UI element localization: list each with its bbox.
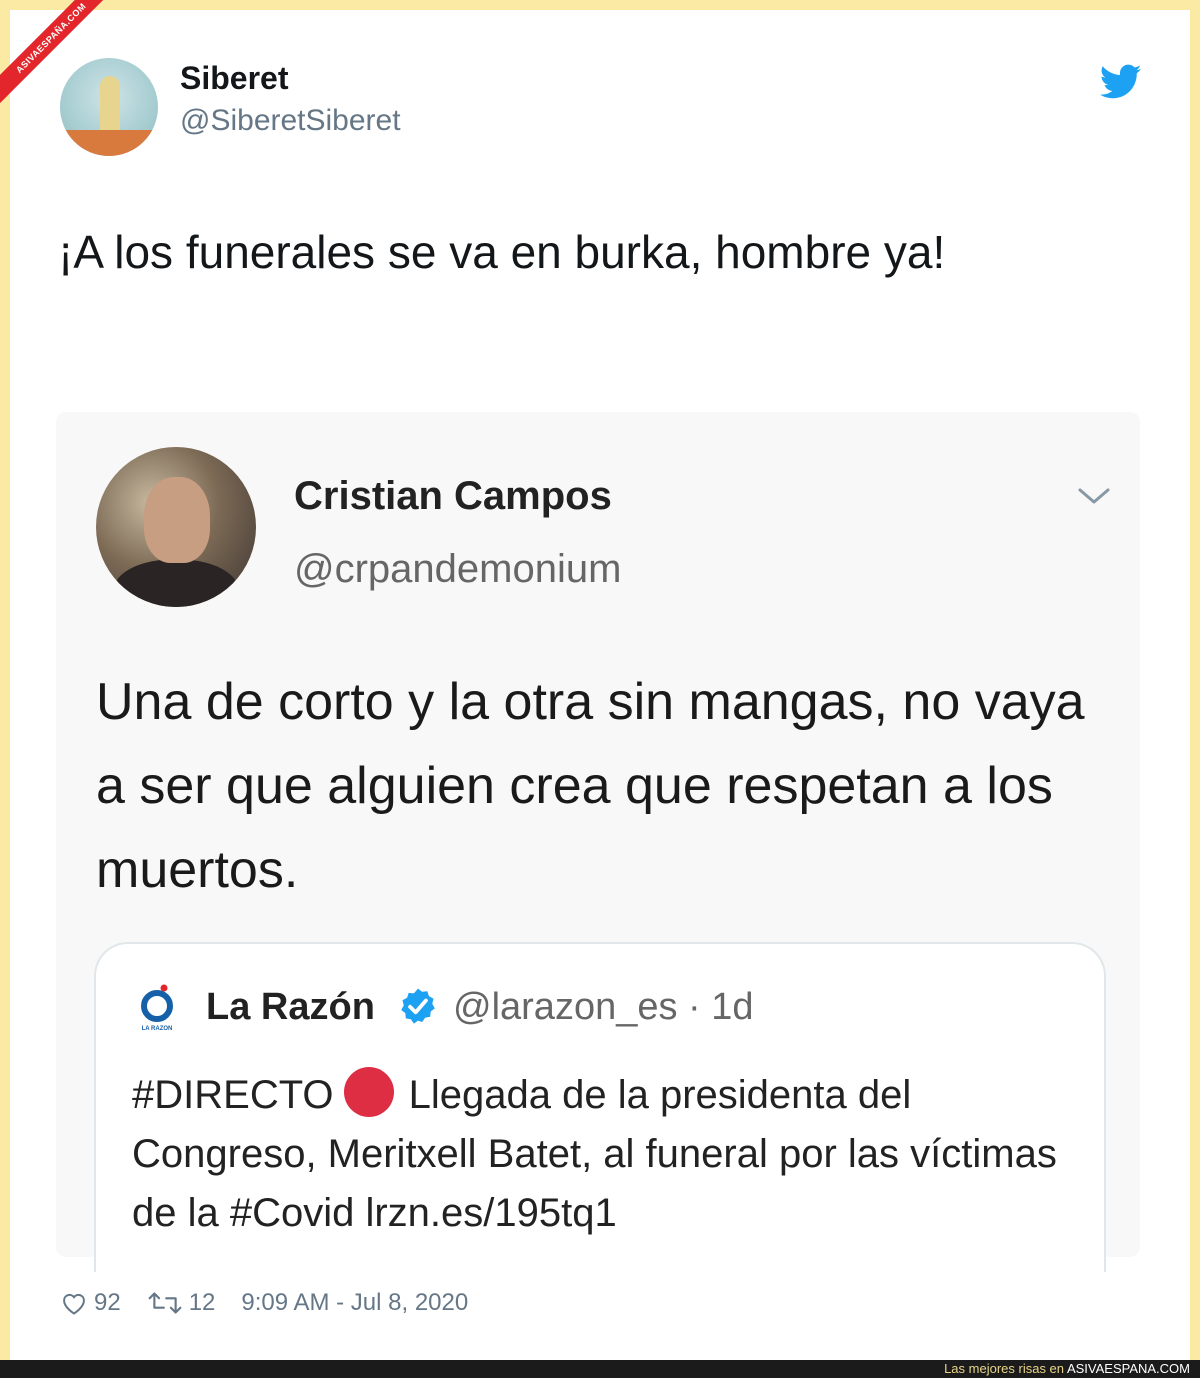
footer-tagline: Las mejores risas en [944, 1361, 1065, 1376]
timestamp[interactable]: 9:09 AM - Jul 8, 2020 [241, 1289, 468, 1317]
quoted-text: Una de corto y la otra sin mangas, no va… [96, 673, 1085, 899]
author-handle[interactable]: @SiberetSiberet [180, 104, 401, 138]
site-footer-bar: Las mejores risas en ASIVAESPANA.COM [0, 1360, 1200, 1378]
nested-author-meta: @larazon_es · 1d [453, 986, 754, 1029]
verified-icon [401, 988, 435, 1024]
quoted-author-name: Cristian Campos [294, 474, 612, 518]
like-count: 92 [94, 1289, 121, 1316]
twitter-bird-icon[interactable] [1100, 64, 1142, 100]
like-action[interactable]: 92 [60, 1289, 121, 1317]
avatar[interactable] [60, 58, 158, 156]
quoted-avatar-suit [114, 559, 238, 607]
tweet-text: ¡A los funerales se va en burka, hombre … [58, 226, 946, 278]
nested-text-prefix: #DIRECTO [132, 1073, 334, 1117]
nested-author-name: La Razón [206, 986, 375, 1028]
avatar-figure [100, 76, 120, 136]
la-razon-logo-caption: LA RAZON [142, 1026, 173, 1032]
author-name[interactable]: Siberet [180, 60, 288, 97]
red-circle-icon [343, 1067, 394, 1117]
quoted-screenshot: Cristian Campos @crpandemonium Una de co… [56, 412, 1140, 1272]
heart-icon[interactable] [60, 1290, 88, 1316]
nested-age: · 1d [688, 986, 754, 1028]
nested-author-handle: @larazon_es [453, 986, 678, 1028]
la-razon-logo: LA RAZON [141, 984, 173, 1032]
retweet-action[interactable]: 12 [147, 1289, 216, 1317]
nested-text: #DIRECTO Llegada de la presidenta del Co… [132, 1066, 1082, 1243]
chevron-down-icon [1078, 488, 1110, 504]
quoted-author-handle: @crpandemonium [294, 547, 622, 591]
quoted-avatar-face [144, 477, 210, 563]
tweet-card: Siberet @SiberetSiberet ¡A los funerales… [10, 10, 1190, 1340]
nested-quote-card: LA RAZON La Razón @larazon_es · 1d #DIRE… [94, 942, 1106, 1272]
retweet-icon[interactable] [147, 1290, 183, 1316]
avatar-base [60, 130, 158, 156]
quoted-avatar [96, 447, 256, 607]
tweet-footer: 92 12 9:09 AM - Jul 8, 2020 [60, 1288, 494, 1318]
footer-site-link[interactable]: ASIVAESPANA.COM [1067, 1361, 1190, 1376]
retweet-count: 12 [188, 1289, 216, 1316]
